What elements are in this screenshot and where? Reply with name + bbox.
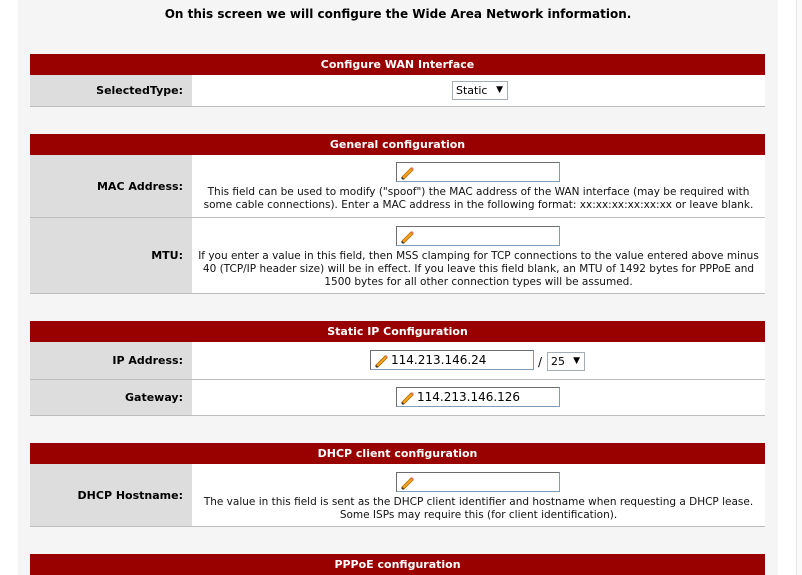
wan-interface-header: Configure WAN Interface: [30, 54, 765, 75]
intro-text: On this screen we will configure the Wid…: [164, 7, 632, 21]
dhcp-hostname-row: DHCP Hostname: The value in this field i…: [30, 464, 765, 527]
wizard-page: On this screen we will configure the Wid…: [18, 0, 778, 575]
dhcp-hostname-input[interactable]: [396, 472, 560, 492]
static-ip-header: Static IP Configuration: [30, 321, 765, 342]
pencil-icon: [401, 477, 414, 490]
mtu-input[interactable]: [396, 226, 560, 246]
subnet-mask-select[interactable]: 25 ▼: [547, 352, 585, 371]
mtu-note: If you enter a value in this field, then…: [198, 250, 759, 288]
pppoe-config-header: PPPoE configuration: [30, 554, 765, 575]
ip-address-row: IP Address: 114.213.146.24 / 25 ▼: [30, 342, 765, 380]
selected-type-row: SelectedType: Static ▼: [30, 75, 765, 107]
subnet-separator: /: [538, 355, 543, 369]
mac-address-row: MAC Address: This field can be used to m…: [30, 155, 765, 218]
pencil-icon: [401, 167, 414, 180]
dhcp-hostname-note: The value in this field is sent as the D…: [203, 496, 754, 521]
gateway-input[interactable]: 114.213.146.126: [396, 387, 560, 407]
dhcp-hostname-label: DHCP Hostname:: [30, 464, 192, 526]
gateway-label: Gateway:: [30, 380, 192, 415]
dhcp-config-header: DHCP client configuration: [30, 443, 765, 464]
chevron-down-icon: ▼: [573, 356, 580, 366]
selected-type-label: SelectedType:: [30, 75, 192, 106]
gateway-row: Gateway: 114.213.146.126: [30, 380, 765, 416]
mtu-label: MTU:: [30, 218, 192, 293]
mac-address-input[interactable]: [396, 162, 560, 182]
mtu-row: MTU: If you enter a value in this field,…: [30, 218, 765, 294]
ip-address-input[interactable]: 114.213.146.24: [370, 350, 534, 370]
pencil-icon: [375, 355, 388, 368]
chevron-down-icon: ▼: [496, 85, 503, 95]
window-edge: [796, 0, 802, 575]
selected-type-select[interactable]: Static ▼: [452, 81, 508, 100]
pencil-icon: [401, 392, 414, 405]
ip-address-label: IP Address:: [30, 342, 192, 379]
pencil-icon: [401, 231, 414, 244]
mac-address-label: MAC Address:: [30, 155, 192, 217]
mac-address-note: This field can be used to modify ("spoof…: [203, 186, 754, 211]
general-config-header: General configuration: [30, 134, 765, 155]
